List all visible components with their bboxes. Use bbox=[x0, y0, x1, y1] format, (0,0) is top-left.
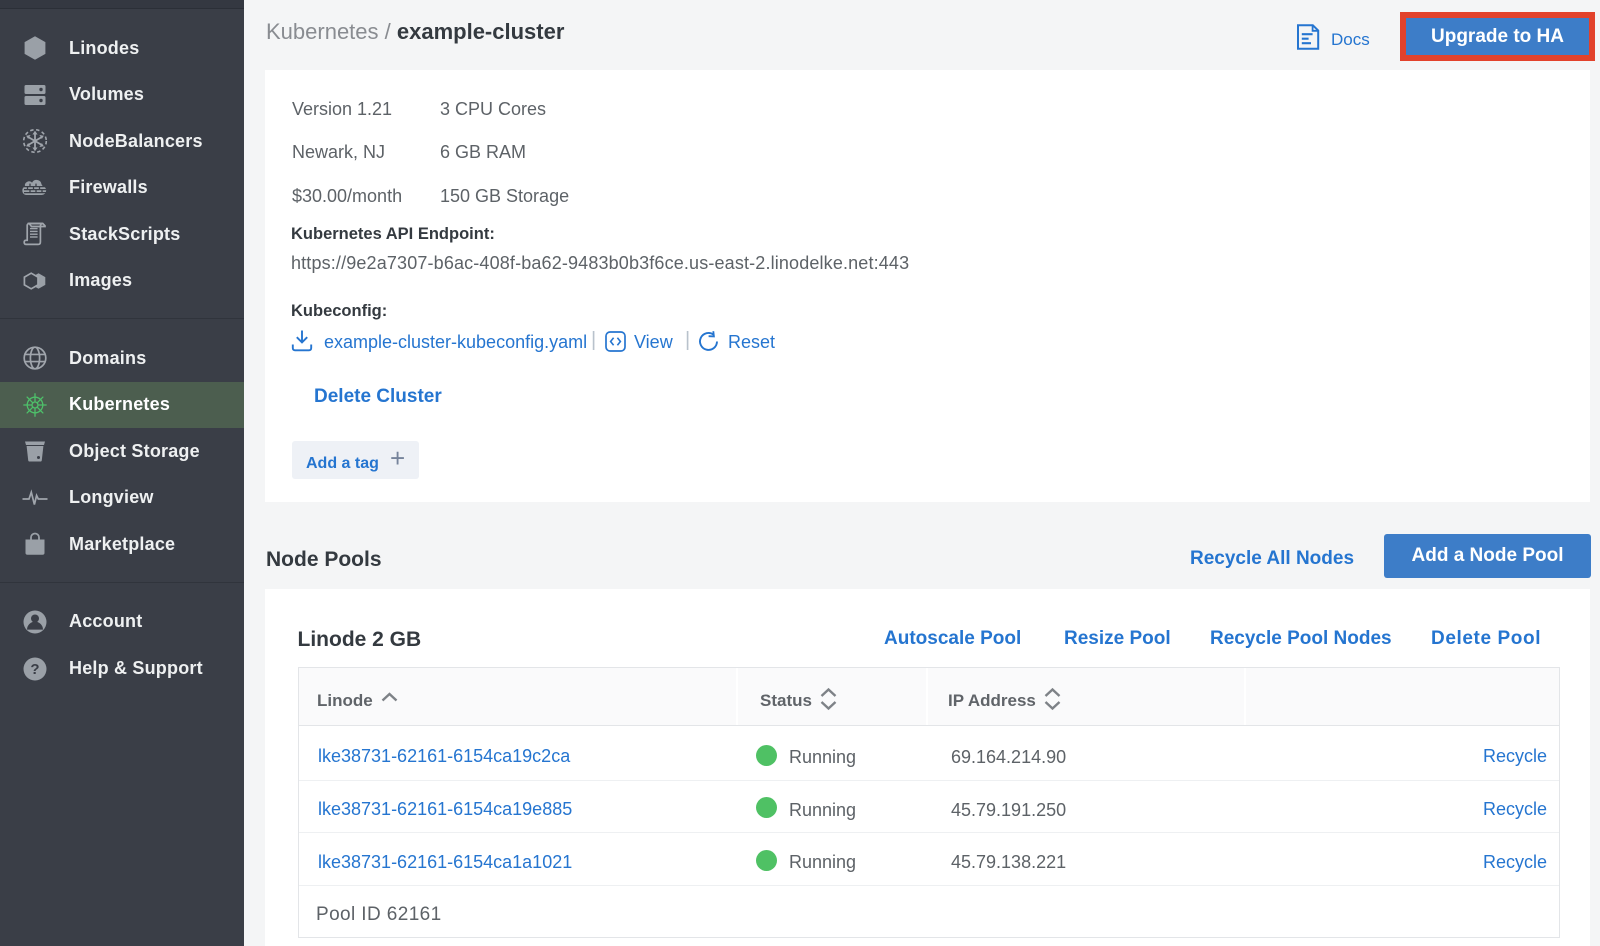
svg-text:?: ? bbox=[30, 661, 39, 678]
